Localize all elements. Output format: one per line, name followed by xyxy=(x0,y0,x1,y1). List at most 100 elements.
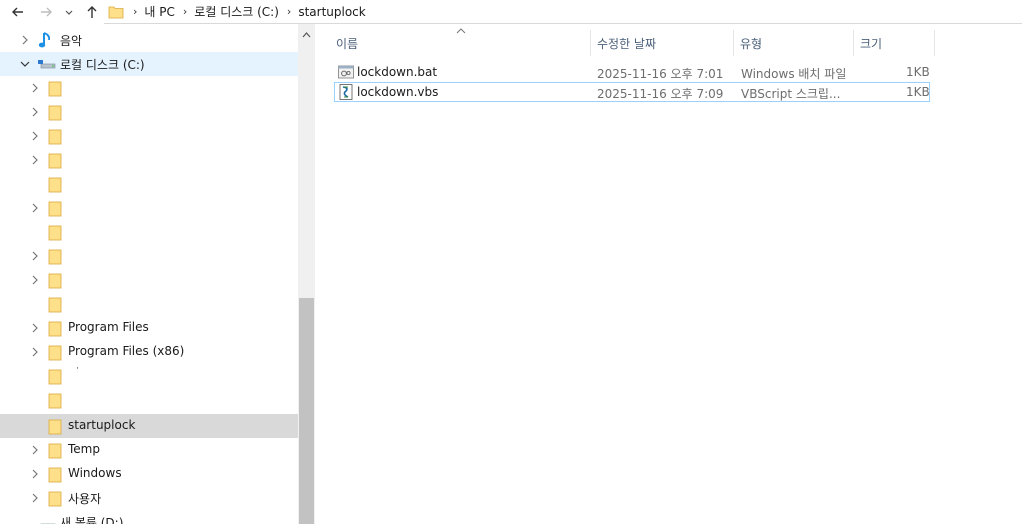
chevron-right-icon[interactable] xyxy=(30,275,40,285)
file-list-pane: 이름 수정한 날짜 유형 크기 lockdown.bat 2025-11-16 … xyxy=(316,24,1022,524)
up-button[interactable] xyxy=(82,2,102,22)
folder-icon xyxy=(48,393,62,409)
back-arrow-icon xyxy=(12,7,23,17)
tree-item-folder[interactable] xyxy=(0,244,298,268)
chevron-right-icon[interactable] xyxy=(20,35,30,45)
navigation-scrollbar[interactable] xyxy=(298,24,315,524)
file-name: lockdown.bat xyxy=(357,65,438,79)
tree-label: Program Files xyxy=(68,320,149,334)
tree-item-folder[interactable] xyxy=(0,292,298,316)
chevron-right-icon[interactable] xyxy=(30,131,40,141)
folder-icon xyxy=(48,201,62,217)
file-size: 1KB xyxy=(906,85,930,99)
file-date: 2025-11-16 오후 7:09 xyxy=(597,87,724,101)
recent-locations-button[interactable] xyxy=(62,2,76,22)
tree-item-folder[interactable] xyxy=(0,268,298,292)
tree-item-folder[interactable] xyxy=(0,388,298,412)
column-header-name[interactable]: 이름 xyxy=(332,30,590,54)
column-header-size[interactable]: 크기 xyxy=(856,30,934,54)
chevron-right-icon[interactable] xyxy=(30,155,40,165)
up-arrow-icon xyxy=(87,6,97,18)
forward-arrow-icon xyxy=(41,7,52,17)
tree-item-program-files[interactable]: Program Files xyxy=(0,316,298,340)
tree-item-music[interactable]: 음악 xyxy=(0,28,298,52)
breadcrumb-separator-icon[interactable]: › xyxy=(133,5,137,18)
column-header-type[interactable]: 유형 xyxy=(736,30,852,54)
tree-label: Temp xyxy=(68,442,100,456)
tree-item-drive-d[interactable]: 새 볼륨 (D:) xyxy=(0,510,298,524)
column-divider[interactable] xyxy=(590,30,591,56)
tree-item-drive-c[interactable]: 로컬 디스크 (C:) xyxy=(0,52,298,76)
tree-label: · xyxy=(76,364,79,374)
folder-icon xyxy=(48,443,62,459)
scroll-up-arrow-icon[interactable] xyxy=(302,32,311,38)
breadcrumb-separator-icon[interactable]: › xyxy=(287,5,291,18)
column-divider[interactable] xyxy=(934,30,935,56)
file-type: Windows 배치 파일 xyxy=(741,67,847,81)
tree-item-folder[interactable] xyxy=(0,220,298,244)
folder-icon xyxy=(48,369,62,385)
breadcrumb-drive-c[interactable]: 로컬 디스크 (C:) xyxy=(194,3,279,20)
tree-label: 새 볼륨 (D:) xyxy=(60,516,124,524)
column-divider[interactable] xyxy=(733,30,734,56)
tree-label: Program Files (x86) xyxy=(68,344,185,358)
tree-item-users[interactable]: 사용자 xyxy=(0,486,298,510)
tree-label: 음악 xyxy=(60,34,83,48)
column-divider[interactable] xyxy=(853,30,854,56)
file-row-lockdown-vbs[interactable]: lockdown.vbs 2025-11-16 오후 7:09 VBScript… xyxy=(334,82,930,102)
chevron-right-icon[interactable] xyxy=(30,107,40,117)
drive-icon xyxy=(40,523,56,524)
folder-icon xyxy=(48,153,62,169)
file-date: 2025-11-16 오후 7:01 xyxy=(597,67,724,81)
tree-label: startuplock xyxy=(68,418,136,432)
file-size: 1KB xyxy=(906,65,930,79)
chevron-right-icon[interactable] xyxy=(30,251,40,261)
folder-icon xyxy=(48,225,62,241)
tree-item-folder[interactable]: · xyxy=(0,364,298,388)
folder-icon xyxy=(48,321,62,337)
breadcrumb-separator-icon[interactable]: › xyxy=(183,5,187,18)
tree-item-folder[interactable] xyxy=(0,196,298,220)
folder-icon xyxy=(48,105,62,121)
folder-icon xyxy=(48,81,62,97)
chevron-down-icon[interactable] xyxy=(20,59,30,69)
tree-item-temp[interactable]: Temp xyxy=(0,438,298,462)
tree-item-startuplock[interactable]: startuplock xyxy=(0,414,298,438)
chevron-right-icon[interactable] xyxy=(30,83,40,93)
vbscript-file-icon xyxy=(339,84,353,100)
forward-button[interactable] xyxy=(36,2,56,22)
music-note-icon xyxy=(38,32,51,48)
folder-icon xyxy=(48,467,62,483)
chevron-right-icon[interactable] xyxy=(30,445,40,455)
tree-item-folder[interactable] xyxy=(0,172,298,196)
column-header-label: 유형 xyxy=(740,37,763,51)
column-header-date[interactable]: 수정한 날짜 xyxy=(593,30,733,54)
chevron-right-icon[interactable] xyxy=(30,323,40,333)
folder-icon xyxy=(48,419,62,435)
chevron-right-icon[interactable] xyxy=(30,493,40,503)
tree-item-folder[interactable] xyxy=(0,100,298,124)
tree-item-folder[interactable] xyxy=(0,76,298,100)
address-toolbar: › 내 PC › 로컬 디스크 (C:) › startuplock xyxy=(0,0,1022,24)
chevron-right-icon[interactable] xyxy=(30,347,40,357)
folder-icon xyxy=(48,273,62,289)
chevron-right-icon[interactable] xyxy=(30,203,40,213)
folder-icon xyxy=(48,249,62,265)
tree-item-folder[interactable] xyxy=(0,124,298,148)
scroll-thumb[interactable] xyxy=(299,298,314,524)
breadcrumb-startuplock[interactable]: startuplock xyxy=(298,5,365,19)
chevron-right-icon[interactable] xyxy=(30,469,40,479)
tree-label: 로컬 디스크 (C:) xyxy=(60,58,145,72)
address-bar[interactable]: › 내 PC › 로컬 디스크 (C:) › startuplock xyxy=(104,0,1022,24)
back-button[interactable] xyxy=(8,2,28,22)
tree-item-program-files-x86[interactable]: Program Files (x86) xyxy=(0,340,298,364)
tree-label: 사용자 xyxy=(68,492,102,506)
tree-item-folder[interactable] xyxy=(0,148,298,172)
tree-item-windows[interactable]: Windows xyxy=(0,462,298,486)
breadcrumb-this-pc[interactable]: 내 PC xyxy=(144,3,174,20)
file-name: lockdown.vbs xyxy=(357,85,439,99)
navigation-pane: 음악 로컬 디스크 (C:) Program Files Program Fil… xyxy=(0,24,316,524)
file-row-lockdown-bat[interactable]: lockdown.bat 2025-11-16 오후 7:01 Windows … xyxy=(334,62,930,82)
folder-icon xyxy=(48,491,62,507)
folder-icon xyxy=(48,177,62,193)
